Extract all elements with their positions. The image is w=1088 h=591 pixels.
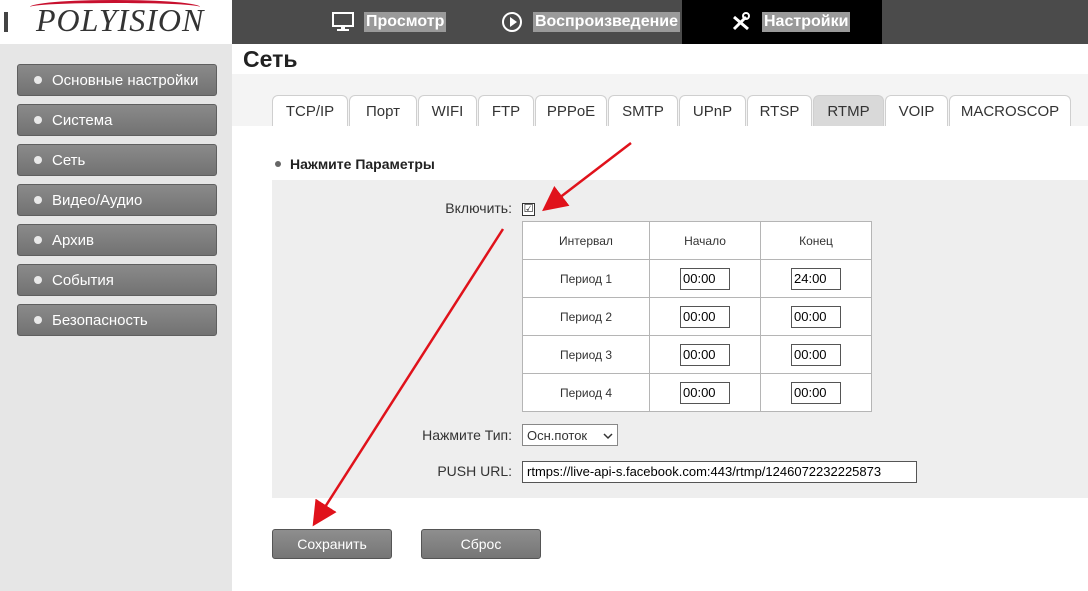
section-title: Нажмите Параметры: [290, 156, 435, 172]
table-row: Период 2: [522, 297, 872, 336]
play-circle-icon: [501, 11, 523, 33]
sidebar-item-events[interactable]: События: [17, 264, 217, 296]
tab-rtsp[interactable]: RTSP: [747, 95, 812, 126]
nav-view-label: Просмотр: [364, 12, 447, 32]
stream-type-label: Нажмите Тип:: [422, 427, 512, 443]
nav-settings[interactable]: Настройки: [682, 0, 882, 44]
period-start-input[interactable]: [680, 305, 730, 328]
tab-ftp[interactable]: FTP: [478, 95, 534, 126]
period-end-input[interactable]: [791, 343, 841, 366]
period-name: Период 4: [522, 373, 650, 412]
stream-type-select[interactable]: Осн.поток: [522, 424, 618, 446]
period-name: Период 1: [522, 259, 650, 298]
period-end-input[interactable]: [791, 305, 841, 328]
sidebar-item-label: Архив: [52, 231, 95, 249]
column-header: Конец: [760, 221, 872, 260]
tab-rtmp[interactable]: RTMP: [813, 95, 884, 126]
bullet-icon: [34, 316, 42, 324]
monitor-icon: [332, 11, 354, 33]
sidebar-item-archive[interactable]: Архив: [17, 224, 217, 256]
tab-tcpip[interactable]: TCP/IP: [272, 95, 348, 126]
period-start-input[interactable]: [680, 267, 730, 290]
sidebar-item-video-audio[interactable]: Видео/Аудио: [17, 184, 217, 216]
enable-checkbox[interactable]: ☑: [522, 203, 535, 216]
tab-smtp[interactable]: SMTP: [608, 95, 678, 126]
period-end-input[interactable]: [791, 381, 841, 404]
period-start-input[interactable]: [680, 381, 730, 404]
period-name: Период 2: [522, 297, 650, 336]
top-navigation-bar: POLYISION Просмотр Воспроизведение Настр…: [0, 0, 1088, 44]
bullet-icon: [275, 161, 281, 167]
tab-pppoe[interactable]: PPPoE: [535, 95, 607, 126]
sidebar-item-label: Безопасность: [52, 311, 148, 329]
table-row: Период 4: [522, 373, 872, 412]
bullet-icon: [34, 76, 42, 84]
sidebar-item-label: Основные настройки: [52, 71, 199, 89]
bullet-icon: [34, 276, 42, 284]
tools-icon: [730, 11, 752, 33]
tab-upnp[interactable]: UPnP: [679, 95, 746, 126]
table-row: Период 3: [522, 335, 872, 374]
chevron-down-icon: [603, 428, 613, 443]
push-url-label: PUSH URL:: [437, 463, 512, 479]
sidebar-item-label: События: [52, 271, 114, 289]
nav-settings-label: Настройки: [762, 12, 851, 32]
nav-playback[interactable]: Воспроизведение: [501, 0, 680, 44]
period-name: Период 3: [522, 335, 650, 374]
column-header: Интервал: [522, 221, 650, 260]
bullet-icon: [34, 196, 42, 204]
sidebar-item-label: Видео/Аудио: [52, 191, 143, 209]
bullet-icon: [34, 116, 42, 124]
logo-bar-mark: [4, 12, 8, 32]
sidebar-item-system[interactable]: Система: [17, 104, 217, 136]
tab-macroscop[interactable]: MACROSCOP: [949, 95, 1071, 126]
stream-type-value: Осн.поток: [527, 427, 588, 443]
column-header: Начало: [649, 221, 761, 260]
nav-view[interactable]: Просмотр: [332, 0, 447, 44]
reset-button[interactable]: Сброс: [421, 529, 541, 559]
table-row: Период 1: [522, 259, 872, 298]
sidebar-item-network[interactable]: Сеть: [17, 144, 217, 176]
sidebar: Основные настройки Система Сеть Видео/Ау…: [0, 44, 232, 591]
sidebar-item-label: Сеть: [52, 151, 86, 169]
bullet-icon: [34, 236, 42, 244]
period-end-input[interactable]: [791, 267, 841, 290]
tab-port[interactable]: Порт: [349, 95, 417, 126]
push-url-input[interactable]: rtmps://live-api-s.facebook.com:443/rtmp…: [522, 461, 917, 483]
tab-voip[interactable]: VOIP: [885, 95, 948, 126]
nav-playback-label: Воспроизведение: [533, 12, 680, 32]
enable-label: Включить:: [445, 200, 512, 216]
logo: POLYISION: [0, 0, 232, 44]
sidebar-item-basic-settings[interactable]: Основные настройки: [17, 64, 217, 96]
bullet-icon: [34, 156, 42, 164]
tab-wifi[interactable]: WIFI: [418, 95, 477, 126]
sidebar-item-security[interactable]: Безопасность: [17, 304, 217, 336]
schedule-table: Интервал Начало Конец Период 1 Период 2 …: [522, 221, 872, 412]
page-title: Сеть: [243, 46, 298, 72]
period-start-input[interactable]: [680, 343, 730, 366]
save-button[interactable]: Сохранить: [272, 529, 392, 559]
sidebar-item-label: Система: [52, 111, 113, 129]
table-header-row: Интервал Начало Конец: [522, 221, 872, 260]
logo-text: POLYISION: [36, 2, 205, 38]
section-header: Нажмите Параметры: [275, 156, 435, 172]
